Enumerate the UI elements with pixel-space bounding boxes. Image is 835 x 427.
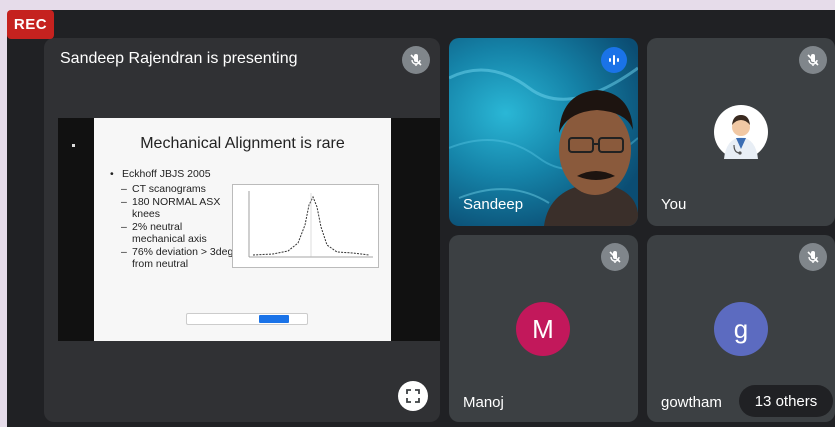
slide-toolbar-button [259,315,289,323]
speaking-indicator-icon [601,47,627,73]
mic-off-icon [799,46,827,74]
recording-badge: REC [7,10,54,39]
slide-graph [232,184,379,268]
slide-sub-bullet: 180 NORMAL ASX knees [110,196,235,220]
slide-bullets: Eckhoff JBJS 2005 CT scanograms 180 NORM… [110,168,235,270]
participant-tile-manoj[interactable]: M Manoj [449,235,638,422]
participant-name: Manoj [463,394,504,411]
participant-name: Sandeep [463,196,524,213]
participant-tile-you[interactable]: You [647,38,835,226]
shared-screen: Mechanical Alignment is rare Eckhoff JBJ… [58,118,440,341]
slide-title: Mechanical Alignment is rare [140,135,345,152]
fullscreen-button[interactable] [398,381,428,411]
participant-name: You [661,196,687,213]
avatar [714,105,768,159]
cursor-icon [72,144,75,147]
slide-sub-bullet: 76% deviation > 3deg from neutral [110,246,235,270]
avatar: M [516,302,570,356]
slide-sub-bullet: CT scanograms [110,183,235,195]
presenter-label: Sandeep Rajendran is presenting [60,50,298,67]
slide-toolbar [186,313,308,325]
participant-name: gowtham [661,394,722,411]
mic-off-icon [601,243,629,271]
slide: Mechanical Alignment is rare Eckhoff JBJ… [94,118,391,341]
mic-off-icon [799,243,827,271]
slide-sub-bullet: 2% neutral mechanical axis [110,221,235,245]
mic-off-icon [402,46,430,74]
participant-tile-gowtham[interactable]: g gowtham 13 others [647,235,835,422]
doctor-avatar-icon [724,115,758,159]
participant-tile-sandeep[interactable]: Sandeep [449,38,638,226]
slide-bullet: Eckhoff JBJS 2005 [110,168,235,180]
presentation-tile[interactable]: Sandeep Rajendran is presenting Mechanic… [44,38,440,422]
avatar: g [714,302,768,356]
others-count-button[interactable]: 13 others [739,385,833,417]
fullscreen-icon [406,389,420,403]
